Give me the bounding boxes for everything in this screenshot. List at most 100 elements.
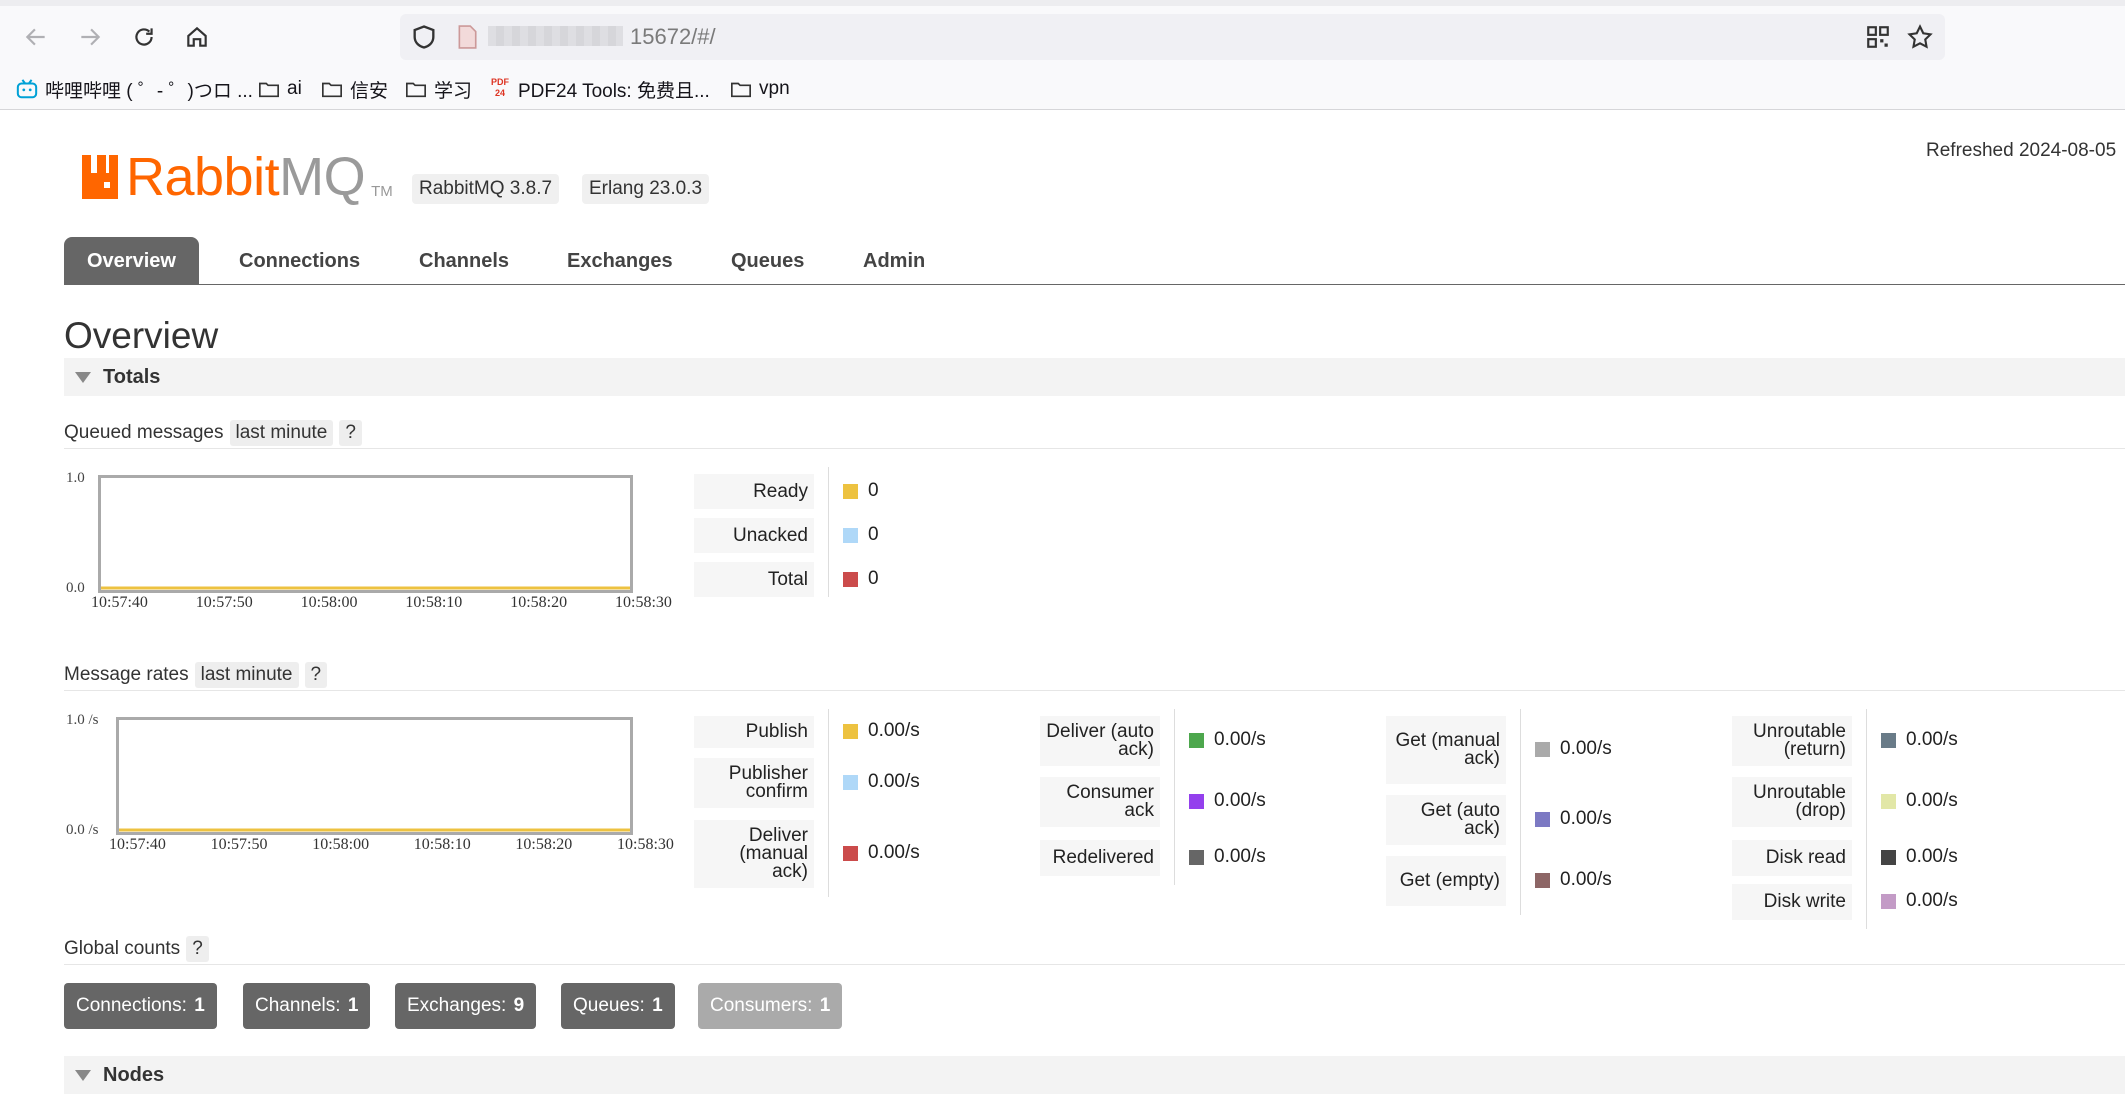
bilibili-icon xyxy=(16,79,38,99)
x-tick-label: 10:58:20 xyxy=(515,836,573,853)
legend-label: Deliver (auto ack) xyxy=(1040,716,1160,766)
count-label: Consumers: xyxy=(710,995,813,1016)
legend-swatch xyxy=(1189,732,1204,748)
legend-swatch xyxy=(1881,849,1896,865)
legend-separator xyxy=(828,709,829,897)
legend-value-text: 0.00/s xyxy=(1906,729,1958,750)
rabbitmq-logo-icon xyxy=(82,155,118,199)
legend-value-text: 0 xyxy=(868,480,879,501)
section-rule xyxy=(64,448,2125,449)
x-tick-label: 10:57:50 xyxy=(195,594,253,611)
x-tick-label: 10:58:10 xyxy=(413,836,471,853)
rabbitmq-logo[interactable]: RabbitMQ TM xyxy=(80,150,393,204)
bookmark-folder-vpn[interactable]: vpn xyxy=(730,74,790,104)
qr-code-icon[interactable] xyxy=(1865,24,1891,50)
y-tick-label: 1.0 xyxy=(66,470,85,486)
legend-value-text: 0.00/s xyxy=(1560,738,1612,759)
nodes-section-header[interactable]: Nodes xyxy=(64,1056,2125,1094)
totals-section-header[interactable]: Totals xyxy=(64,358,2125,396)
legend-value: 0.00/s xyxy=(1535,869,1612,891)
queues-count-button[interactable]: Queues: 1 xyxy=(561,983,675,1029)
bookmark-label: vpn xyxy=(759,78,790,99)
x-tick-label: 10:58:00 xyxy=(300,594,358,611)
tab-queues[interactable]: Queues xyxy=(731,237,804,285)
tab-overview[interactable]: Overview xyxy=(64,237,199,285)
legend-label: Unroutable (drop) xyxy=(1732,777,1852,827)
tab-connections[interactable]: Connections xyxy=(239,237,360,285)
rates-help-button[interactable]: ? xyxy=(304,662,328,688)
section-rule xyxy=(64,690,2125,691)
legend-value-text: 0.00/s xyxy=(1214,846,1266,867)
home-button[interactable] xyxy=(177,17,217,57)
legend-value: 0.00/s xyxy=(1881,890,1958,912)
legend-separator xyxy=(828,467,829,597)
legend-swatch xyxy=(843,483,858,499)
x-tick-label: 10:57:50 xyxy=(210,836,268,853)
back-button[interactable] xyxy=(16,17,56,57)
x-tick-label: 10:58:30 xyxy=(615,594,672,611)
legend-label: Total xyxy=(694,562,814,597)
x-tick-label: 10:58:10 xyxy=(405,594,463,611)
connections-count-button[interactable]: Connections: 1 xyxy=(64,983,217,1029)
legend-swatch xyxy=(1189,793,1204,809)
x-tick-label: 10:58:00 xyxy=(312,836,370,853)
channels-count-button[interactable]: Channels: 1 xyxy=(243,983,371,1029)
url-host-redacted xyxy=(488,26,623,46)
legend-value-text: 0.00/s xyxy=(868,842,920,863)
legend-swatch xyxy=(843,527,858,543)
legend-value: 0 xyxy=(843,480,879,502)
x-tick-label: 10:58:30 xyxy=(617,836,674,853)
legend-value: 0.00/s xyxy=(1881,790,1958,812)
bookmark-bilibili[interactable]: 哔哩哔哩 ( ゜- ゜)つロ ... xyxy=(16,74,253,104)
folder-icon xyxy=(322,82,342,98)
legend-label: Disk read xyxy=(1732,840,1852,876)
queued-range-selector[interactable]: last minute xyxy=(229,420,334,446)
exchanges-count-button[interactable]: Exchanges: 9 xyxy=(395,983,537,1029)
legend-label: Get (empty) xyxy=(1386,856,1506,906)
message-rates-chart xyxy=(116,717,633,835)
legend-value: 0.00/s xyxy=(1189,729,1266,751)
legend-value: 0.00/s xyxy=(1535,808,1612,830)
queued-messages-chart xyxy=(98,475,633,593)
legend-separator xyxy=(1866,709,1867,929)
tab-channels[interactable]: Channels xyxy=(419,237,509,285)
count-value: 1 xyxy=(194,995,205,1016)
bookmark-folder-xuexi[interactable]: 学习 xyxy=(405,74,472,104)
bookmark-star-icon[interactable] xyxy=(1906,23,1934,51)
bookmark-pdf24[interactable]: PDF 24 PDF24 Tools: 免费且... xyxy=(489,74,710,104)
forward-button[interactable] xyxy=(70,17,110,57)
shield-icon[interactable] xyxy=(410,23,438,51)
url-text[interactable]: 15672/#/ xyxy=(630,24,716,50)
legend-swatch xyxy=(1535,811,1550,827)
tab-exchanges[interactable]: Exchanges xyxy=(567,237,673,285)
logo-trademark: TM xyxy=(371,182,393,200)
global-counts-header: Global counts ? xyxy=(64,936,209,962)
legend-value: 0.00/s xyxy=(1189,846,1266,868)
tab-admin[interactable]: Admin xyxy=(863,237,925,285)
legend-swatch xyxy=(843,723,858,739)
global-counts-help-button[interactable]: ? xyxy=(186,936,209,962)
tabs-underline xyxy=(64,284,2125,285)
folder-icon xyxy=(731,82,751,98)
legend-separator xyxy=(1520,709,1521,915)
queued-help-button[interactable]: ? xyxy=(339,420,362,446)
legend-swatch xyxy=(843,845,858,861)
bookmark-folder-ai[interactable]: ai xyxy=(258,74,302,104)
logo-primary: Rabbit xyxy=(126,147,280,207)
legend-swatch xyxy=(1881,893,1896,909)
legend-value: 0.00/s xyxy=(843,842,920,864)
x-tick-label: 10:57:40 xyxy=(91,594,148,611)
message-rates-header: Message rates last minute ? xyxy=(64,662,328,688)
consumers-count-button[interactable]: Consumers: 1 xyxy=(698,983,843,1029)
bookmark-label: 哔哩哔哩 ( ゜- ゜)つロ ... xyxy=(45,80,253,102)
legend-value: 0 xyxy=(843,524,879,546)
reload-button[interactable] xyxy=(124,17,164,57)
bookmark-folder-xinan[interactable]: 信安 xyxy=(321,74,388,104)
legend-value-text: 0.00/s xyxy=(868,771,920,792)
rates-range-selector[interactable]: last minute xyxy=(194,662,299,688)
x-tick-label: 10:57:40 xyxy=(109,836,166,853)
totals-label: Totals xyxy=(103,365,161,388)
legend-value-text: 0 xyxy=(868,524,879,545)
legend-label: Get (manual ack) xyxy=(1386,716,1506,784)
nodes-label: Nodes xyxy=(103,1063,165,1086)
